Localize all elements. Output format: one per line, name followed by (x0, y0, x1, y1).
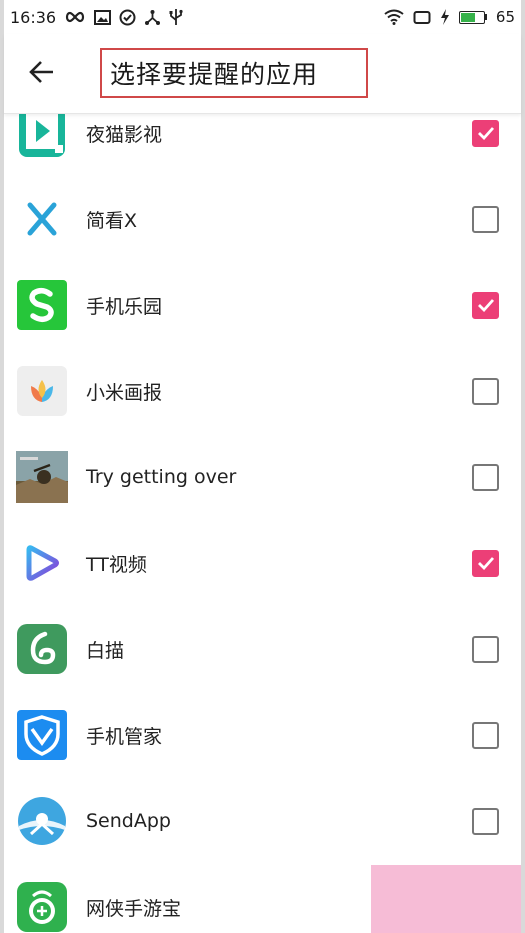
game-bag-icon (16, 881, 68, 933)
usb-icon (169, 8, 183, 26)
swirl-icon (16, 623, 68, 675)
list-item[interactable]: 手机管家 (4, 692, 521, 778)
list-item[interactable]: 小米画报 (4, 348, 521, 434)
sendapp-globe-icon (16, 795, 68, 847)
list-item[interactable]: Try getting over (4, 434, 521, 520)
app-name: 夜猫影视 (86, 123, 163, 146)
wifi-icon (384, 9, 404, 25)
battery-body (458, 10, 485, 24)
battery-cap (484, 14, 487, 20)
app-checkbox[interactable] (472, 377, 499, 405)
list-item[interactable]: TT视频 (4, 520, 521, 606)
status-right: 65 (384, 8, 515, 26)
status-left: 16:36 (10, 8, 183, 27)
app-checkbox[interactable] (472, 463, 499, 491)
status-time: 16:36 (10, 7, 57, 27)
list-item[interactable]: SendApp (4, 778, 521, 864)
battery-icon (458, 10, 487, 24)
back-button[interactable] (26, 56, 58, 88)
page-title: 选择要提醒的应用 (110, 60, 319, 89)
app-name: SendApp (86, 810, 171, 832)
title-highlight-box: 选择要提醒的应用 (100, 48, 368, 98)
app-name: 简看X (86, 209, 138, 232)
app-checkbox[interactable] (472, 721, 499, 749)
app-name: 手机管家 (86, 725, 163, 748)
status-bar: 16:36 65 (4, 0, 521, 34)
charging-icon (440, 9, 450, 25)
tulip-icon (16, 365, 68, 417)
game-thumbnail-icon (16, 451, 68, 503)
rotate-icon (413, 10, 431, 25)
list-item[interactable]: 简看X (4, 176, 521, 262)
app-checkbox[interactable] (472, 291, 499, 319)
app-list[interactable]: 夜猫影视 简看X 手机乐园 小米画报 Try getting over TT视频… (4, 90, 521, 933)
app-checkbox[interactable] (472, 119, 499, 147)
battery-fill (460, 12, 476, 22)
gallery-icon (94, 9, 112, 25)
frame-right-edge (521, 0, 525, 933)
list-item[interactable]: 手机乐园 (4, 262, 521, 348)
arrow-left-icon (29, 61, 53, 83)
list-item[interactable]: 白描 (4, 606, 521, 692)
app-checkbox[interactable] (472, 205, 499, 233)
shield-icon (16, 709, 68, 761)
app-checkbox[interactable] (472, 549, 499, 577)
corner-color-block (371, 865, 521, 933)
app-bar: 选择要提醒的应用 (4, 34, 521, 114)
app-name: TT视频 (86, 553, 147, 576)
play-tile-icon (16, 107, 68, 159)
app-name: 网侠手游宝 (86, 897, 182, 920)
app-checkbox[interactable] (472, 635, 499, 663)
app-name: 白描 (86, 639, 125, 662)
infinity-icon (64, 11, 86, 23)
s-letter-icon (16, 279, 68, 331)
share-icon (144, 9, 161, 26)
app-checkbox[interactable] (472, 807, 499, 835)
app-name: 手机乐园 (86, 295, 163, 318)
check-circle-icon (119, 9, 136, 26)
play-triangle-icon (16, 537, 68, 589)
x-letter-icon (16, 193, 68, 245)
app-name: 小米画报 (86, 381, 163, 404)
app-name: Try getting over (86, 466, 237, 488)
battery-level: 65 (495, 8, 515, 26)
